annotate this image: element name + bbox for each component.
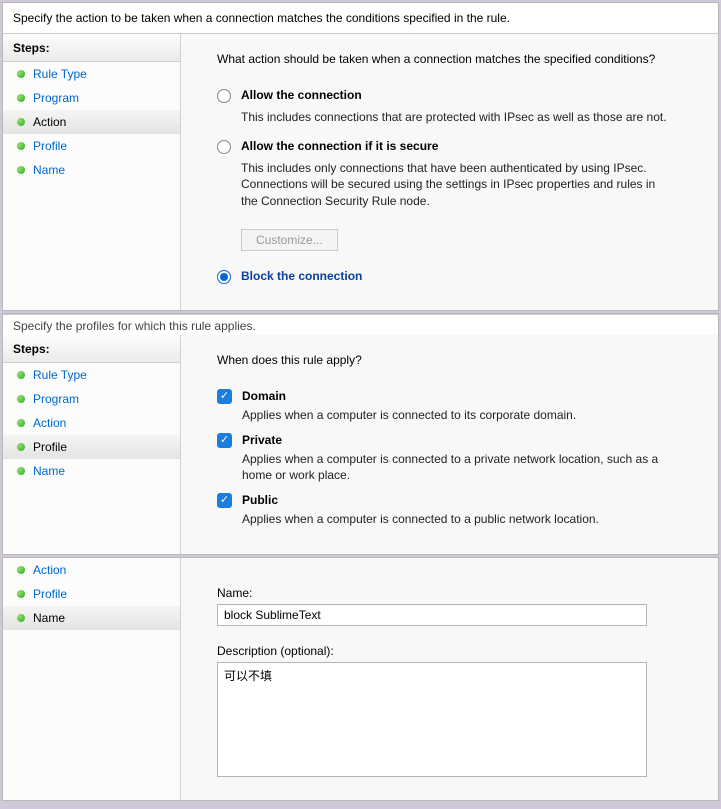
step-rule-type[interactable]: Rule Type xyxy=(3,62,180,86)
wizard-panel-profile: Specify the profiles for which this rule… xyxy=(2,313,719,555)
step-label: Action xyxy=(33,563,66,577)
step-rule-type[interactable]: Rule Type xyxy=(3,363,180,387)
radio-label: Block the connection xyxy=(241,269,362,283)
bullet-icon xyxy=(17,94,25,102)
description-textarea[interactable] xyxy=(217,662,647,777)
bullet-icon xyxy=(17,70,25,78)
step-label: Program xyxy=(33,392,79,406)
radio-block-connection[interactable]: Block the connection xyxy=(217,269,694,284)
radio-allow-secure[interactable]: Allow the connection if it is secure xyxy=(217,139,694,154)
step-label: Name xyxy=(33,464,65,478)
check-icon: ✓ xyxy=(217,389,232,404)
checkbox-public[interactable]: ✓ Public xyxy=(217,493,694,508)
content-area: When does this rule apply? ✓ Domain Appl… xyxy=(181,335,718,554)
check-label: Private xyxy=(242,433,282,447)
check-description: Applies when a computer is connected to … xyxy=(242,451,662,483)
name-label: Name: xyxy=(217,586,694,600)
step-label: Program xyxy=(33,91,79,105)
bullet-icon xyxy=(17,118,25,126)
description-label: Description (optional): xyxy=(217,644,694,658)
radio-description: This includes only connections that have… xyxy=(241,160,671,209)
steps-sidebar: Steps: Rule Type Program Action Profile … xyxy=(3,34,181,310)
customize-button: Customize... xyxy=(241,229,338,251)
check-icon: ✓ xyxy=(217,493,232,508)
step-label: Name xyxy=(33,611,65,625)
radio-icon xyxy=(217,140,231,154)
step-label: Action xyxy=(33,115,66,129)
step-program[interactable]: Program xyxy=(3,86,180,110)
radio-description: This includes connections that are prote… xyxy=(241,109,671,125)
step-label: Name xyxy=(33,163,65,177)
bullet-icon xyxy=(17,590,25,598)
check-description: Applies when a computer is connected to … xyxy=(242,511,662,527)
content-area: What action should be taken when a conne… xyxy=(181,34,718,310)
step-program[interactable]: Program xyxy=(3,387,180,411)
bullet-icon xyxy=(17,614,25,622)
question-text: When does this rule apply? xyxy=(217,353,694,367)
bullet-icon xyxy=(17,566,25,574)
step-label: Rule Type xyxy=(33,67,87,81)
step-action[interactable]: Action xyxy=(3,411,180,435)
bullet-icon xyxy=(17,419,25,427)
checkbox-private[interactable]: ✓ Private xyxy=(217,433,694,448)
step-action[interactable]: Action xyxy=(3,558,180,582)
radio-allow-connection[interactable]: Allow the connection xyxy=(217,88,694,103)
step-label: Profile xyxy=(33,587,67,601)
check-label: Domain xyxy=(242,389,286,403)
radio-label: Allow the connection xyxy=(241,88,362,102)
step-profile[interactable]: Profile xyxy=(3,435,180,459)
step-label: Profile xyxy=(33,440,67,454)
steps-sidebar: Action Profile Name xyxy=(3,558,181,800)
step-profile[interactable]: Profile xyxy=(3,134,180,158)
bullet-icon xyxy=(17,467,25,475)
panel-description-truncated: Specify the profiles for which this rule… xyxy=(3,314,718,335)
step-name[interactable]: Name xyxy=(3,606,180,630)
content-area: Name: Description (optional): xyxy=(181,558,718,800)
bullet-icon xyxy=(17,371,25,379)
step-label: Rule Type xyxy=(33,368,87,382)
wizard-panel-name: Action Profile Name Name: Description (o… xyxy=(2,557,719,801)
panel-body: Steps: Rule Type Program Action Profile … xyxy=(3,34,718,310)
step-label: Action xyxy=(33,416,66,430)
bullet-icon xyxy=(17,395,25,403)
step-name[interactable]: Name xyxy=(3,459,180,483)
check-icon: ✓ xyxy=(217,433,232,448)
step-profile[interactable]: Profile xyxy=(3,582,180,606)
radio-icon xyxy=(217,89,231,103)
wizard-panel-action: Specify the action to be taken when a co… xyxy=(2,2,719,311)
panel-description: Specify the action to be taken when a co… xyxy=(3,3,718,34)
checkbox-domain[interactable]: ✓ Domain xyxy=(217,389,694,404)
step-action[interactable]: Action xyxy=(3,110,180,134)
step-name[interactable]: Name xyxy=(3,158,180,182)
sidebar-title: Steps: xyxy=(3,34,180,62)
name-input[interactable] xyxy=(217,604,647,626)
radio-label: Allow the connection if it is secure xyxy=(241,139,438,153)
panel-body: Action Profile Name Name: Description (o… xyxy=(3,558,718,800)
question-text: What action should be taken when a conne… xyxy=(217,52,694,66)
step-label: Profile xyxy=(33,139,67,153)
bullet-icon xyxy=(17,166,25,174)
panel-body: Steps: Rule Type Program Action Profile … xyxy=(3,335,718,554)
check-description: Applies when a computer is connected to … xyxy=(242,407,662,423)
steps-sidebar: Steps: Rule Type Program Action Profile … xyxy=(3,335,181,554)
radio-icon xyxy=(217,270,231,284)
check-label: Public xyxy=(242,493,278,507)
bullet-icon xyxy=(17,443,25,451)
sidebar-title: Steps: xyxy=(3,335,180,363)
bullet-icon xyxy=(17,142,25,150)
